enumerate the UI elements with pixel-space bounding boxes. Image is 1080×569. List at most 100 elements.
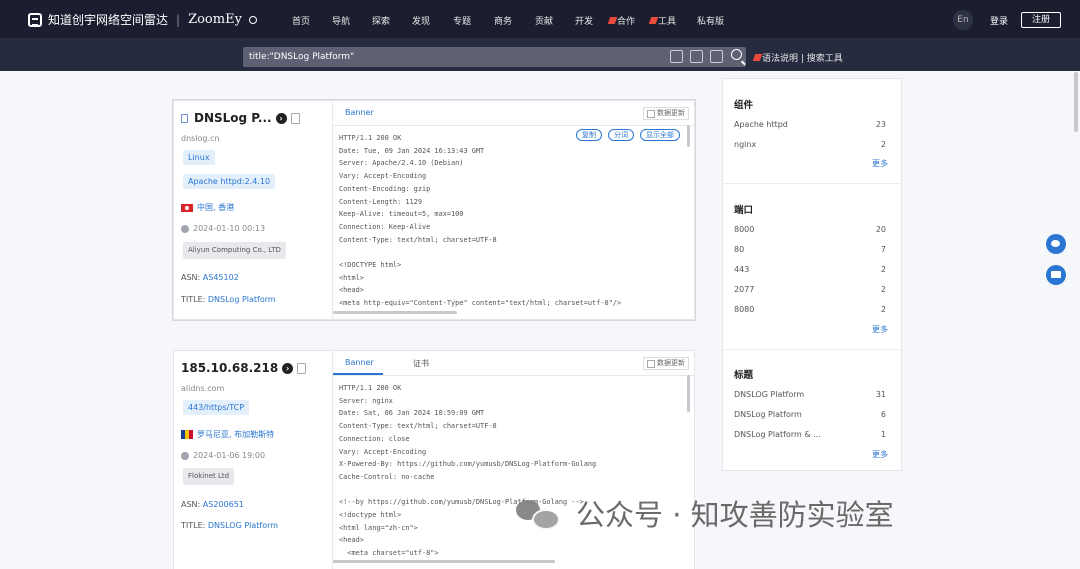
- facet-row[interactable]: Apache httpd 23: [734, 120, 886, 129]
- document-icon[interactable]: [297, 362, 307, 374]
- show-all-button[interactable]: 显示全部: [640, 129, 680, 141]
- facet-count: 20: [875, 225, 886, 234]
- chat-icon[interactable]: [1046, 234, 1066, 254]
- facet-label: 8080: [734, 305, 755, 314]
- page-scrollbar[interactable]: [1074, 72, 1078, 132]
- facet-label: DNSLOG Platform: [734, 390, 805, 399]
- open-arrow-icon[interactable]: ›: [282, 362, 294, 374]
- facet-more-link[interactable]: 更多: [872, 158, 888, 169]
- facet-row[interactable]: 443 2: [734, 265, 886, 274]
- syntax-help-label: 语法说明 | 搜索工具: [762, 54, 843, 64]
- facet-row[interactable]: 8080 2: [734, 305, 886, 314]
- banner-text: HTTP/1.1 200 OK Date: Tue, 09 Jan 2024 1…: [339, 134, 622, 308]
- top-nav: 知道创宇网络空间雷达 | ZoomEy 首页 导航 探索 发现 专题 商务 贡献…: [0, 0, 1080, 38]
- logo[interactable]: 知道创宇网络空间雷达 | ZoomEy: [28, 11, 257, 28]
- mail-icon[interactable]: [1046, 265, 1066, 285]
- banner-panel: Banner 证书 数据更新 HTTP/1.1 200 OK Server: n…: [332, 351, 695, 569]
- title-label: TITLE:: [181, 295, 206, 304]
- facet-label: Apache httpd: [734, 120, 788, 129]
- facet-row[interactable]: DNSLog Platform 6: [734, 410, 886, 419]
- hot-flag-icon: [648, 17, 659, 24]
- open-arrow-icon[interactable]: ›: [275, 112, 287, 124]
- geo-location[interactable]: 罗马尼亚, 布加勒斯特: [181, 429, 274, 440]
- facet-count: 1: [880, 430, 886, 439]
- facet-row[interactable]: 2077 2: [734, 285, 886, 294]
- banner-horizontal-scrollbar[interactable]: [333, 311, 457, 314]
- port-tag[interactable]: 443/https/TCP: [183, 400, 250, 415]
- geo-text: 罗马尼亚, 布加勒斯特: [197, 430, 275, 439]
- title-link[interactable]: DNSLOG Platform: [208, 521, 278, 530]
- banner-vertical-scrollbar[interactable]: [687, 125, 690, 147]
- banner-vertical-scrollbar[interactable]: [687, 375, 690, 412]
- nav-home[interactable]: 首页: [292, 14, 310, 27]
- os-tag[interactable]: Linux: [183, 150, 215, 165]
- tab-banner[interactable]: Banner: [345, 358, 374, 367]
- facet-count: 31: [875, 390, 886, 399]
- syntax-help-link[interactable]: 语法说明 | 搜索工具: [752, 51, 843, 64]
- result-host[interactable]: 185.10.68.218 ›: [181, 361, 307, 375]
- result-card: DNSLog P... › dnslog.cn Linux Apache htt…: [173, 100, 695, 320]
- facet-divider: [723, 183, 901, 184]
- facet-row[interactable]: DNSLog Platform & ... 1: [734, 430, 886, 439]
- facet-row[interactable]: nginx 2: [734, 140, 886, 149]
- facet-label: nginx: [734, 140, 757, 149]
- facet-more-link[interactable]: 更多: [872, 324, 888, 335]
- nav-private[interactable]: 私有版: [697, 14, 724, 27]
- login-link[interactable]: 登录: [990, 14, 1008, 27]
- tokenize-button[interactable]: 分词: [608, 129, 634, 141]
- image-search-icon[interactable]: [690, 50, 703, 63]
- search-strip: title:"DNSLog Platform" 语法说明 | 搜索工具: [0, 38, 1080, 71]
- facet-row[interactable]: 8000 20: [734, 225, 886, 234]
- data-refresh-button[interactable]: 数据更新: [643, 107, 689, 120]
- facet-title-ports: 端口: [734, 205, 754, 216]
- facet-divider: [723, 349, 901, 350]
- result-host[interactable]: DNSLog P... ›: [181, 111, 300, 125]
- geo-location[interactable]: 中国, 香港: [181, 202, 234, 213]
- copy-button[interactable]: 复制: [576, 129, 602, 141]
- org-tag[interactable]: Aliyun Computing Co., LTD: [183, 242, 286, 259]
- facet-count: 2: [880, 285, 886, 294]
- banner-panel: Banner 数据更新 HTTP/1.1 200 OK Date: Tue, 0…: [332, 101, 695, 319]
- title-link[interactable]: DNSLog Platform: [208, 295, 276, 304]
- hot-flag-icon: [607, 17, 618, 24]
- scan-icon[interactable]: [710, 50, 723, 63]
- result-domain[interactable]: dnslog.cn: [181, 134, 220, 143]
- asn-row: ASN: AS45102: [181, 273, 239, 282]
- facet-count: 2: [880, 305, 886, 314]
- search-icon[interactable]: [731, 49, 742, 60]
- result-domain[interactable]: alidns.com: [181, 384, 224, 393]
- nav-discover[interactable]: 发现: [412, 14, 430, 27]
- banner-horizontal-scrollbar[interactable]: [333, 560, 555, 563]
- result-host-text: 185.10.68.218: [181, 361, 279, 375]
- data-refresh-button[interactable]: 数据更新: [643, 357, 689, 370]
- tab-banner[interactable]: Banner: [345, 108, 374, 117]
- tab-certificate[interactable]: 证书: [413, 358, 429, 369]
- asn-link[interactable]: AS200651: [203, 500, 244, 509]
- facet-label: 80: [734, 245, 745, 254]
- asn-link[interactable]: AS45102: [203, 273, 239, 282]
- nav-explore[interactable]: 探索: [372, 14, 390, 27]
- nav-cooperation[interactable]: 合作: [607, 14, 636, 27]
- nav-tools[interactable]: 工具: [648, 14, 677, 27]
- facet-more-link[interactable]: 更多: [872, 449, 888, 460]
- facet-row[interactable]: DNSLOG Platform 31: [734, 390, 886, 399]
- nav-navigation[interactable]: 导航: [332, 14, 350, 27]
- language-switch[interactable]: En: [953, 10, 973, 30]
- component-tag[interactable]: Apache httpd:2.4.10: [183, 174, 276, 189]
- org-tag[interactable]: Flokinet Ltd: [183, 468, 235, 485]
- register-button[interactable]: 注册: [1021, 12, 1061, 28]
- nav-develop[interactable]: 开发: [575, 14, 593, 27]
- document-icon[interactable]: [290, 112, 300, 124]
- nav-cooperation-label: 合作: [617, 17, 636, 27]
- logo-brand: ZoomEy: [188, 12, 242, 27]
- tab-divider: [333, 375, 695, 376]
- nav-contribute[interactable]: 贡献: [535, 14, 553, 27]
- ip-icon[interactable]: [670, 50, 683, 63]
- facet-row[interactable]: 80 7: [734, 245, 886, 254]
- nav-topics[interactable]: 专题: [453, 14, 471, 27]
- scan-time-text: 2024-01-06 19:00: [193, 451, 266, 460]
- scan-time: 2024-01-10 00:13: [181, 224, 265, 233]
- tab-divider: [333, 125, 695, 126]
- nav-business[interactable]: 商务: [494, 14, 512, 27]
- nav-tools-label: 工具: [658, 17, 677, 27]
